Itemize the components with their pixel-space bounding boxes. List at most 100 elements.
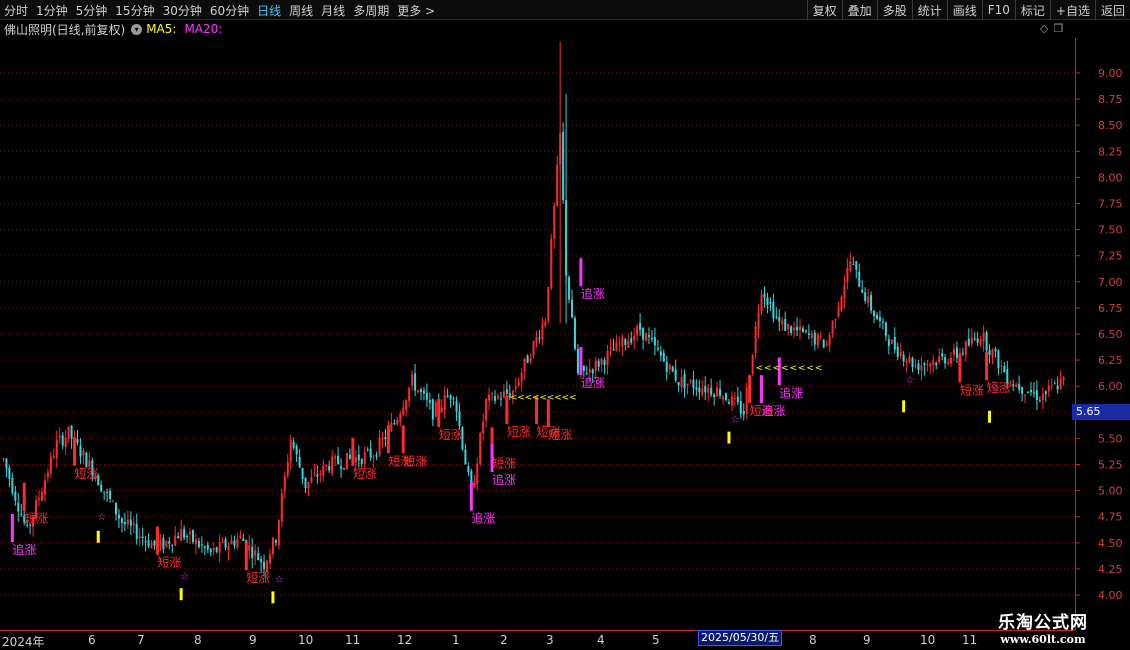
- period-tab-1[interactable]: 1分钟: [36, 2, 68, 19]
- candle-down: [719, 389, 722, 397]
- candle-up: [277, 520, 280, 546]
- candle-down: [739, 401, 742, 414]
- period-tab-0[interactable]: 分时: [4, 2, 28, 19]
- candle-up: [926, 363, 929, 366]
- arrow-marker: <: [756, 364, 764, 374]
- candle-down: [1035, 390, 1038, 400]
- candle-up: [325, 465, 328, 467]
- toolbar-action-1[interactable]: 叠加: [841, 0, 877, 20]
- settings-dot-icon[interactable]: ▾: [131, 23, 143, 35]
- candle-up: [979, 339, 982, 345]
- candle-down: [1056, 385, 1059, 390]
- period-tab-7[interactable]: 周线: [289, 2, 313, 19]
- candle-up: [920, 365, 923, 371]
- stock-title[interactable]: 佛山照明(日线,前复权): [4, 21, 125, 38]
- candle-down: [568, 277, 571, 300]
- candle-up: [248, 544, 251, 551]
- yellow-signal-bar: [727, 431, 731, 444]
- candle-up: [905, 360, 908, 363]
- signal-bar: [351, 437, 355, 466]
- candle-down: [775, 316, 778, 318]
- candle-down: [642, 327, 645, 340]
- period-tab-6[interactable]: 日线: [257, 2, 281, 19]
- signal-label: 短涨: [157, 555, 181, 570]
- period-tab-8[interactable]: 月线: [321, 2, 345, 19]
- candle-up: [686, 383, 689, 386]
- candle-up: [408, 387, 411, 401]
- arrow-marker: <: [569, 393, 577, 403]
- toolbar-action-2[interactable]: 多股: [876, 0, 912, 20]
- toolbar-action-3[interactable]: 统计: [911, 0, 947, 20]
- period-toolbar: 分时 1分钟 5分钟 15分钟 30分钟 60分钟 日线 周线 月线 多周期 更多 > 复权 叠加 多股…: [0, 0, 1130, 20]
- candle-up: [58, 435, 61, 438]
- candle-up: [867, 296, 870, 303]
- toolbar-action-5[interactable]: F10: [981, 0, 1015, 20]
- candle-up: [550, 238, 553, 289]
- x-axis-label: 7: [137, 633, 145, 647]
- candle-up: [434, 402, 437, 417]
- candle-down: [5, 458, 8, 469]
- candle-up: [899, 352, 902, 356]
- candle-up: [950, 357, 953, 364]
- signal-label: 追涨: [12, 542, 36, 557]
- candle-down: [1044, 391, 1047, 395]
- candle-up: [529, 358, 532, 362]
- candle-down: [109, 490, 112, 500]
- x-axis-label: 2: [500, 633, 508, 647]
- candle-down: [677, 381, 680, 386]
- candle-down: [144, 540, 147, 542]
- signal-label: 短涨: [353, 466, 377, 481]
- candle-up: [313, 473, 316, 475]
- candle-up: [932, 360, 935, 365]
- candle-down: [431, 399, 434, 420]
- candle-up: [970, 337, 973, 344]
- x-axis-label: 8: [809, 633, 817, 647]
- period-tab-9[interactable]: 多周期: [353, 2, 389, 19]
- candle-down: [1032, 392, 1035, 394]
- candle-up: [760, 294, 763, 312]
- candle-up: [411, 374, 414, 386]
- candle-up: [831, 321, 834, 335]
- period-tab-2[interactable]: 5分钟: [76, 2, 108, 19]
- diamond-icon[interactable]: ◇: [1040, 22, 1048, 35]
- candle-up: [218, 542, 221, 553]
- candle-down: [17, 502, 20, 512]
- signal-label: 短涨: [403, 453, 427, 468]
- signal-bar: [579, 258, 583, 287]
- candle-down: [1038, 400, 1041, 402]
- period-tab-3[interactable]: 15分钟: [115, 2, 154, 19]
- candle-down: [428, 400, 431, 403]
- signal-label: 短涨: [24, 511, 48, 526]
- yellow-signal-bar: [988, 410, 992, 423]
- candle-down: [935, 362, 938, 366]
- candle-down: [742, 410, 745, 415]
- candle-up: [520, 372, 523, 382]
- toolbar-action-6[interactable]: 标记: [1014, 0, 1050, 20]
- kline-chart[interactable]: 追涨短涨短涨短涨短涨短涨短涨短涨短涨追涨短涨追涨短涨 短涨短涨追涨追涨短涨追涨追涨…: [0, 0, 1130, 650]
- period-tab-4[interactable]: 30分钟: [163, 2, 202, 19]
- current-price-badge: 5.65: [1072, 404, 1130, 420]
- signal-label: 短涨: [246, 570, 270, 585]
- candle-down: [881, 321, 884, 323]
- candle-up: [236, 538, 239, 548]
- panel-controls: ◇ ❐: [1040, 22, 1063, 35]
- candle-down: [375, 454, 378, 457]
- signal-bar: [760, 375, 764, 404]
- candle-up: [535, 336, 538, 343]
- toolbar-action-0[interactable]: 复权: [806, 0, 842, 20]
- candle-up: [793, 327, 796, 330]
- candle-down: [597, 360, 600, 367]
- candle-up: [1000, 365, 1003, 367]
- candle-down: [162, 538, 165, 549]
- toolbar-action-4[interactable]: 画线: [946, 0, 982, 20]
- period-tab-10[interactable]: 更多 >: [397, 2, 435, 19]
- toolbar-action-7[interactable]: +自选: [1049, 0, 1095, 20]
- candle-up: [64, 437, 67, 448]
- window-restore-icon[interactable]: ❐: [1053, 22, 1063, 35]
- candle-up: [532, 341, 535, 356]
- candle-down: [147, 540, 150, 547]
- candle-down: [801, 328, 804, 332]
- toolbar-action-8[interactable]: 返回: [1094, 0, 1130, 20]
- candle-up: [947, 362, 950, 364]
- period-tab-5[interactable]: 60分钟: [210, 2, 249, 19]
